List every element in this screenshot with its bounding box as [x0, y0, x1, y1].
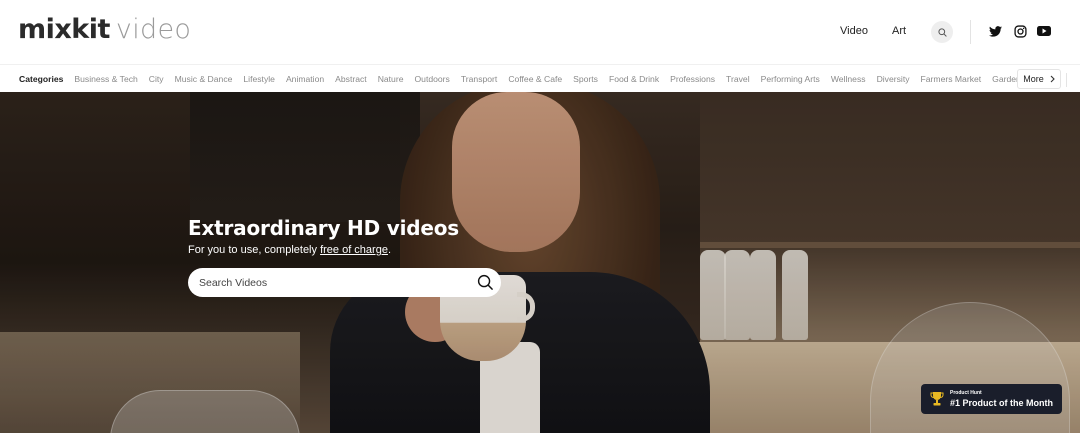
search-icon — [937, 27, 947, 37]
category-performing-arts[interactable]: Performing Arts — [761, 74, 820, 84]
hero-subtitle: For you to use, completely free of charg… — [188, 244, 391, 256]
chevron-right-icon — [1050, 75, 1055, 83]
category-food-and-drink[interactable]: Food & Drink — [609, 74, 659, 84]
hero-subtitle-suffix: . — [387, 244, 391, 256]
category-transport[interactable]: Transport — [461, 74, 497, 84]
category-list: Categories Business & Tech City Music & Dan… — [19, 65, 1043, 93]
category-diversity[interactable]: Diversity — [877, 74, 910, 84]
header-divider — [970, 20, 971, 44]
youtube-link[interactable] — [1036, 23, 1052, 39]
trophy-icon — [930, 392, 944, 406]
category-city[interactable]: City — [149, 74, 164, 84]
hero-title: Extraordinary HD videos — [188, 216, 459, 240]
category-music-and-dance[interactable]: Music & Dance — [175, 74, 233, 84]
category-outdoors[interactable]: Outdoors — [414, 74, 449, 84]
logo-video-text: video — [115, 14, 192, 45]
twitter-icon — [988, 25, 1002, 37]
category-travel[interactable]: Travel — [726, 74, 750, 84]
category-farmers-market[interactable]: Farmers Market — [921, 74, 982, 84]
more-label: More — [1023, 74, 1044, 84]
category-abstract[interactable]: Abstract — [335, 74, 367, 84]
youtube-icon — [1037, 26, 1051, 36]
category-bar: Categories Business & Tech City Music & Dan… — [0, 64, 1080, 92]
category-lifestyle[interactable]: Lifestyle — [243, 74, 275, 84]
twitter-link[interactable] — [987, 23, 1003, 39]
badge-label-main: #1 Product of the Month — [950, 398, 1053, 408]
search-icon[interactable] — [477, 274, 494, 291]
logo[interactable]: mixkit video — [18, 14, 191, 48]
category-wellness[interactable]: Wellness — [831, 74, 866, 84]
product-hunt-badge[interactable]: Product Hunt #1 Product of the Month — [921, 384, 1062, 414]
instagram-link[interactable] — [1012, 23, 1028, 39]
hero-banner: Extraordinary HD videos For you to use, … — [0, 92, 1080, 433]
instagram-icon — [1013, 24, 1027, 38]
more-categories-button[interactable]: More — [1017, 69, 1061, 89]
logo-mixkit-text: mixkit — [18, 14, 110, 45]
category-scroll-edge — [1066, 73, 1076, 87]
hero-subtitle-prefix: For you to use, completely — [188, 244, 321, 256]
categories-heading[interactable]: Categories — [19, 74, 63, 84]
hero-search-bar — [188, 268, 501, 297]
search-videos-input[interactable] — [199, 276, 469, 289]
category-animation[interactable]: Animation — [286, 74, 324, 84]
category-business-and-tech[interactable]: Business & Tech — [74, 74, 137, 84]
badge-label-small: Product Hunt — [950, 390, 982, 396]
nav-art-link[interactable]: Art — [892, 25, 906, 37]
category-professions[interactable]: Professions — [670, 74, 715, 84]
category-nature[interactable]: Nature — [378, 74, 404, 84]
category-coffee-and-cafe[interactable]: Coffee & Cafe — [508, 74, 562, 84]
header-search-button[interactable] — [931, 21, 953, 43]
free-of-charge-link[interactable]: free of charge — [320, 244, 388, 256]
category-sports[interactable]: Sports — [573, 74, 598, 84]
site-header: mixkit video Video Art — [0, 0, 1080, 64]
nav-video-link[interactable]: Video — [840, 25, 868, 37]
